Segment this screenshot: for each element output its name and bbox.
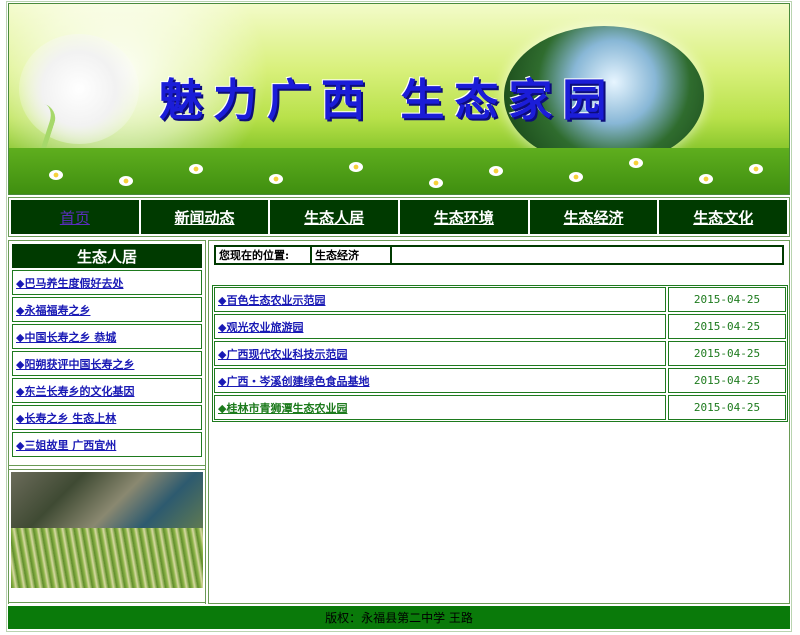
nav-item-living[interactable]: 生态人居 xyxy=(270,200,399,234)
news-title-cell: ◆广西现代农业科技示范园 xyxy=(214,341,666,366)
news-row: ◆观光农业旅游园 2015-04-25 xyxy=(214,314,786,339)
sidebar-item: ◆永福福寿之乡 xyxy=(12,297,202,322)
sidebar-link[interactable]: ◆阳朔获评中国长寿之乡 xyxy=(16,356,134,372)
news-date: 2015-04-25 xyxy=(668,287,786,312)
grass-field xyxy=(9,148,789,194)
sidebar-link[interactable]: ◆长寿之乡 生态上林 xyxy=(16,410,116,426)
news-title-cell: ◆广西・岑溪创建绿色食品基地 xyxy=(214,368,666,393)
news-link[interactable]: ◆观光农业旅游园 xyxy=(218,319,303,335)
news-title-cell: ◆观光农业旅游园 xyxy=(214,314,666,339)
nav-item-culture[interactable]: 生态文化 xyxy=(659,200,788,234)
news-row: ◆百色生态农业示范园 2015-04-25 xyxy=(214,287,786,312)
news-date: 2015-04-25 xyxy=(668,395,786,420)
sidebar: 生态人居 ◆巴马养生度假好去处 ◆永福福寿之乡 ◆中国长寿之乡 恭城 ◆阳朔获评… xyxy=(8,240,206,466)
sidebar-link[interactable]: ◆中国长寿之乡 恭城 xyxy=(16,329,116,345)
sidebar-link[interactable]: ◆三姐故里 广西宜州 xyxy=(16,437,116,453)
sidebar-heading: 生态人居 xyxy=(12,244,202,268)
news-date: 2015-04-25 xyxy=(668,314,786,339)
news-title-cell: ◆百色生态农业示范园 xyxy=(214,287,666,312)
breadcrumb-label: 您现在的位置: xyxy=(216,247,310,263)
farm-photo xyxy=(11,472,203,528)
footer: 版权：永福县第二中学 王路 xyxy=(8,606,790,629)
news-link[interactable]: ◆广西・岑溪创建绿色食品基地 xyxy=(218,373,369,389)
news-row: ◆广西现代农业科技示范园 2015-04-25 xyxy=(214,341,786,366)
header-banner: 魅力广西 生态家园 xyxy=(8,3,790,195)
sidebar-item: ◆长寿之乡 生态上林 xyxy=(12,405,202,430)
news-row: ◆桂林市青狮潭生态农业园 2015-04-25 xyxy=(214,395,786,420)
main-nav: 首页 新闻动态 生态人居 生态环境 生态经济 生态文化 xyxy=(8,197,790,237)
sidebar-item: ◆东兰长寿乡的文化基因 xyxy=(12,378,202,403)
news-date: 2015-04-25 xyxy=(668,341,786,366)
sidebar-link[interactable]: ◆东兰长寿乡的文化基因 xyxy=(16,383,134,399)
rice-photo xyxy=(11,528,203,588)
breadcrumb-spacer xyxy=(392,247,782,263)
news-link[interactable]: ◆广西现代农业科技示范园 xyxy=(218,346,347,362)
news-list: ◆百色生态农业示范园 2015-04-25 ◆观光农业旅游园 2015-04-2… xyxy=(212,285,788,422)
site-title: 魅力广西 生态家园 xyxy=(159,75,617,126)
nav-item-news[interactable]: 新闻动态 xyxy=(140,200,269,234)
news-link[interactable]: ◆百色生态农业示范园 xyxy=(218,292,325,308)
news-link[interactable]: ◆桂林市青狮潭生态农业园 xyxy=(218,400,347,416)
news-date: 2015-04-25 xyxy=(668,368,786,393)
main-content: 您现在的位置: 生态经济 ◆百色生态农业示范园 2015-04-25 ◆观光农业… xyxy=(208,240,790,604)
breadcrumb: 您现在的位置: 生态经济 xyxy=(214,245,784,265)
nav-item-environment[interactable]: 生态环境 xyxy=(400,200,528,234)
sidebar-photo xyxy=(8,469,206,603)
sidebar-item: ◆阳朔获评中国长寿之乡 xyxy=(12,351,202,376)
nav-item-home[interactable]: 首页 xyxy=(11,200,139,234)
sidebar-item: ◆中国长寿之乡 恭城 xyxy=(12,324,202,349)
sidebar-item: ◆三姐故里 广西宜州 xyxy=(12,432,202,457)
sidebar-list: ◆巴马养生度假好去处 ◆永福福寿之乡 ◆中国长寿之乡 恭城 ◆阳朔获评中国长寿之… xyxy=(12,270,202,457)
nav-item-economy[interactable]: 生态经济 xyxy=(529,200,658,234)
sidebar-link[interactable]: ◆巴马养生度假好去处 xyxy=(16,275,123,291)
sidebar-link[interactable]: ◆永福福寿之乡 xyxy=(16,302,90,318)
news-row: ◆广西・岑溪创建绿色食品基地 2015-04-25 xyxy=(214,368,786,393)
sidebar-item: ◆巴马养生度假好去处 xyxy=(12,270,202,295)
breadcrumb-current: 生态经济 xyxy=(312,247,390,263)
news-title-cell: ◆桂林市青狮潭生态农业园 xyxy=(214,395,666,420)
